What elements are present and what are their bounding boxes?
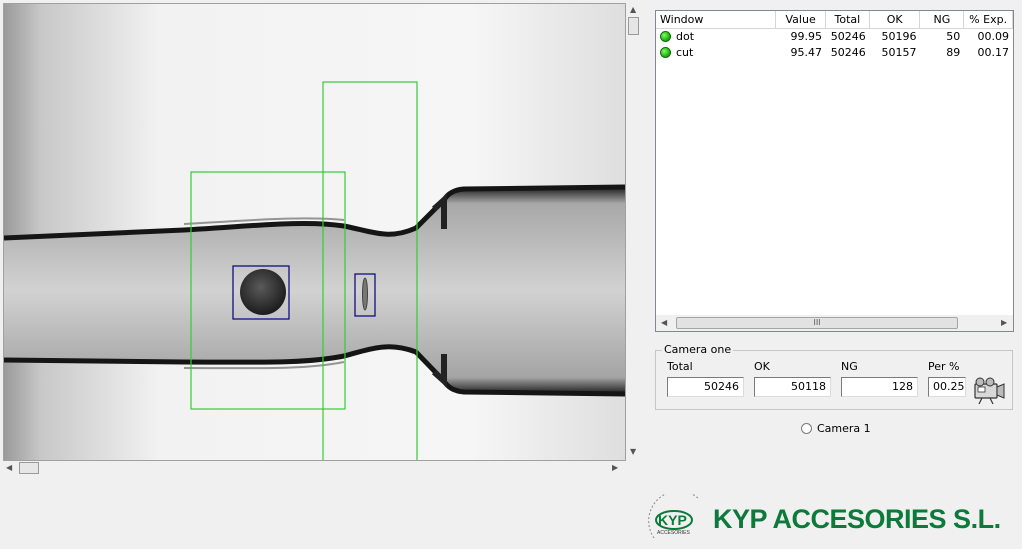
row-ok: 50196 <box>881 30 917 43</box>
logo-subtext: ACCESORIES <box>657 530 690 536</box>
row-exp: 00.17 <box>977 46 1009 59</box>
column-header-ok[interactable]: OK <box>870 11 921 28</box>
row-value: 95.47 <box>790 46 823 59</box>
list-header: Window Value Total OK NG % Exp. <box>656 11 1013 29</box>
scroll-right-arrow-icon[interactable]: ▶ <box>1001 318 1007 328</box>
camera-one-group: Camera one Total OK NG Per % 50246 50118… <box>655 343 1013 410</box>
group-title: Camera one <box>662 343 734 356</box>
scroll-down-arrow-icon[interactable]: ▼ <box>630 447 636 457</box>
ok-field[interactable]: 50118 <box>754 377 831 397</box>
list-row-cut[interactable]: cut 95.47 50246 50157 89 00.17 <box>656 45 1013 61</box>
inspection-results-list[interactable]: Window Value Total OK NG % Exp. dot 99.9… <box>655 10 1014 332</box>
status-ok-icon <box>660 47 671 58</box>
per-label: Per % <box>928 360 960 373</box>
row-value: 99.95 <box>790 30 823 43</box>
row-window-name: dot <box>676 30 695 43</box>
total-field[interactable]: 50246 <box>667 377 744 397</box>
column-header-ng[interactable]: NG <box>920 11 965 28</box>
row-exp: 00.09 <box>977 30 1009 43</box>
ok-label: OK <box>754 360 770 373</box>
row-total: 50246 <box>830 30 866 43</box>
dot-defect <box>240 269 286 315</box>
scroll-left-arrow-icon[interactable]: ◀ <box>6 463 12 473</box>
logo-text: KYP <box>658 512 687 528</box>
scroll-left-arrow-icon[interactable]: ◀ <box>661 318 667 328</box>
camera-1-label: Camera 1 <box>817 422 871 435</box>
list-horizontal-scrollbar[interactable]: ◀ III ▶ <box>656 315 1013 331</box>
total-label: Total <box>667 360 693 373</box>
column-header-value[interactable]: Value <box>776 11 826 28</box>
column-header-exp[interactable]: % Exp. <box>964 11 1013 28</box>
company-name: KYP ACCESORIES S.L. <box>713 504 1001 534</box>
row-ng: 50 <box>946 30 961 43</box>
vertical-scroll-thumb[interactable] <box>628 17 639 35</box>
ng-field[interactable]: 128 <box>841 377 918 397</box>
row-ng: 89 <box>946 46 961 59</box>
list-row-dot[interactable]: dot 99.95 50246 50196 50 00.09 <box>656 29 1013 45</box>
radio-circle-icon[interactable] <box>801 423 812 434</box>
column-header-total[interactable]: Total <box>826 11 870 28</box>
viewer-vertical-scrollbar[interactable]: ▲ ▼ <box>627 3 641 461</box>
ng-label: NG <box>841 360 858 373</box>
cut-mark <box>362 277 368 311</box>
viewer-horizontal-scrollbar[interactable]: ◀ ▶ <box>3 461 626 475</box>
list-scroll-thumb[interactable]: III <box>676 317 958 329</box>
status-ok-icon <box>660 31 671 42</box>
per-field[interactable]: 00.25 <box>928 377 966 397</box>
scroll-up-arrow-icon[interactable]: ▲ <box>630 5 636 15</box>
camera-1-radio[interactable]: Camera 1 <box>801 422 871 435</box>
camera-image <box>4 4 625 460</box>
row-ok: 50157 <box>881 46 917 59</box>
column-header-window[interactable]: Window <box>656 11 777 28</box>
row-total: 50246 <box>830 46 866 59</box>
camera-image-view[interactable] <box>3 3 626 461</box>
camera-icon[interactable] <box>972 375 1006 405</box>
horizontal-scroll-thumb[interactable] <box>19 462 39 474</box>
row-window-name: cut <box>676 46 694 59</box>
scroll-right-arrow-icon[interactable]: ▶ <box>612 463 618 473</box>
